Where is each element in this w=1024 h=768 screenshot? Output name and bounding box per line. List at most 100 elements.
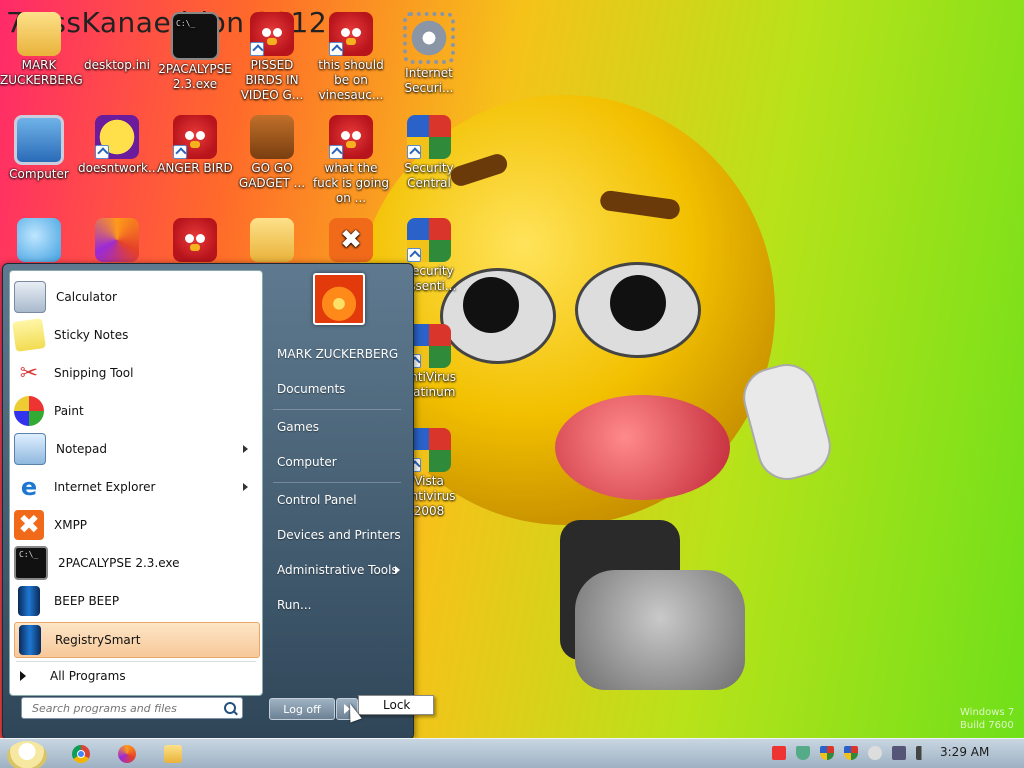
start-menu-programs-pane: Calculator Sticky Notes ✂ Snipping Tool … — [9, 270, 263, 696]
start-link-control-panel[interactable]: Control Panel — [277, 493, 357, 507]
submenu-arrow-icon[interactable] — [243, 483, 248, 491]
desktop-icon-anger-bird[interactable]: ANGER BIRD — [156, 115, 234, 176]
start-item-calculator[interactable]: Calculator — [14, 280, 258, 314]
start-item-paint[interactable]: Paint — [14, 394, 258, 428]
user-picture-flower-icon[interactable] — [313, 273, 365, 325]
taskbar-clock[interactable]: 3:29 AM — [940, 745, 989, 759]
divider — [273, 482, 401, 483]
messenger-icon[interactable] — [868, 746, 882, 760]
desktop-icon-doesntwork[interactable]: doesntwork... — [78, 115, 160, 176]
shield-icon — [407, 218, 451, 262]
start-search-box[interactable] — [21, 697, 243, 719]
start-item-label: Snipping Tool — [54, 366, 134, 380]
start-item-snipping-tool[interactable]: ✂ Snipping Tool — [14, 356, 258, 390]
desktop-icon-what-the[interactable]: what the fuck is going on ... — [312, 115, 390, 206]
console-icon — [171, 12, 219, 60]
calculator-icon — [14, 281, 46, 313]
glove-hand — [736, 357, 838, 487]
start-item-internet-explorer[interactable]: e Internet Explorer — [14, 470, 258, 504]
lock-label: Lock — [383, 698, 411, 712]
windows-shield-icon[interactable] — [844, 746, 858, 760]
start-item-label: XMPP — [54, 518, 88, 532]
volume-icon[interactable] — [916, 746, 930, 760]
console-icon — [14, 546, 48, 580]
desktop-icon-mark-zuckerberg[interactable]: MARK ZUCKERBERG — [0, 12, 83, 88]
network-globe-icon — [17, 218, 61, 262]
start-item-label: Calculator — [56, 290, 117, 304]
start-item-label: RegistrySmart — [55, 633, 141, 647]
desktop-icon-xampp[interactable] — [312, 218, 390, 264]
divider — [273, 409, 401, 410]
start-button[interactable] — [7, 741, 47, 768]
xampp-icon — [14, 510, 44, 540]
internet-explorer-icon: e — [20, 473, 38, 501]
lock-menu-item[interactable]: Lock — [358, 695, 434, 715]
start-item-xmpp[interactable]: XMPP — [14, 508, 258, 542]
desktop-icon-2pacalypse[interactable]: 2PACALYPSE 2.3.exe — [156, 12, 234, 92]
start-item-label: Notepad — [56, 442, 107, 456]
start-item-label: BEEP BEEP — [54, 594, 120, 608]
desktop-icon-angry-birds-seasons[interactable] — [156, 218, 234, 264]
start-link-computer[interactable]: Computer — [277, 455, 337, 469]
angry-bird-icon — [329, 12, 373, 56]
desktop-icon-desktop-ini[interactable]: desktop.ini — [78, 12, 156, 73]
desktop-icon-security-central[interactable]: Security Central — [390, 115, 468, 191]
desktop-icon-label: doesntwork... — [78, 161, 160, 175]
start-item-notepad[interactable]: Notepad — [14, 432, 258, 466]
chrome-icon[interactable] — [72, 745, 90, 763]
right-eye — [575, 262, 701, 358]
start-item-registrysmart[interactable]: RegistrySmart — [14, 622, 260, 658]
divider — [16, 661, 256, 662]
start-item-2pacalypse[interactable]: 2PACALYPSE 2.3.exe — [14, 546, 258, 580]
desktop-icon-folder[interactable] — [233, 218, 311, 264]
windows-explorer-icon[interactable] — [164, 745, 182, 763]
paint-palette-icon — [14, 396, 44, 426]
desktop-icon-computer[interactable]: Computer — [0, 115, 78, 182]
shield-icon — [407, 115, 451, 159]
start-menu: Calculator Sticky Notes ✂ Snipping Tool … — [2, 263, 414, 740]
desktop-icon-label: Security Central — [404, 161, 454, 190]
start-link-run[interactable]: Run... — [277, 598, 311, 612]
angry-bird-icon — [173, 115, 217, 159]
submenu-arrow-icon[interactable] — [395, 566, 400, 574]
network-icon[interactable] — [892, 746, 906, 760]
desktop-icon-go-go-gadget[interactable]: GO GO GADGET ... — [233, 115, 311, 191]
all-programs-button[interactable]: All Programs — [20, 665, 126, 687]
start-link-documents[interactable]: Documents — [277, 382, 345, 396]
windows-shield-icon[interactable] — [820, 746, 834, 760]
phone-icon — [18, 586, 40, 616]
angry-bird-icon — [250, 12, 294, 56]
search-icon[interactable] — [224, 702, 236, 714]
start-item-label: Sticky Notes — [54, 328, 129, 342]
shortcut-arrow-icon — [329, 42, 343, 56]
firefox-icon[interactable] — [118, 745, 136, 763]
action-center-flag-icon[interactable] — [772, 746, 786, 760]
security-shield-icon[interactable] — [796, 746, 810, 760]
start-item-label: Paint — [54, 404, 84, 418]
start-item-sticky-notes[interactable]: Sticky Notes — [12, 318, 258, 352]
search-input[interactable] — [30, 700, 219, 716]
desktop-icon-label: MARK ZUCKERBERG — [0, 58, 83, 87]
submenu-arrow-icon[interactable] — [243, 445, 248, 453]
sticky-notes-icon — [12, 318, 46, 352]
gear-icon — [403, 12, 455, 64]
start-item-beep-beep[interactable]: BEEP BEEP — [14, 584, 258, 618]
start-link-devices-printers[interactable]: Devices and Printers — [277, 528, 401, 542]
desktop-icon-internet-security[interactable]: Internet Securi... — [390, 12, 468, 96]
start-link-games[interactable]: Games — [277, 420, 319, 434]
start-link-user-folder[interactable]: MARK ZUCKERBERG — [277, 347, 398, 361]
start-link-administrative-tools[interactable]: Administrative Tools — [277, 563, 398, 577]
desktop-icon-vinesauce[interactable]: this should be on vinesauc... — [312, 12, 390, 103]
desktop-icon-pissed-birds[interactable]: PISSED BIRDS IN VIDEO G... — [233, 12, 311, 103]
desktop-icon-network[interactable] — [0, 218, 78, 264]
triangle-right-icon — [20, 671, 26, 681]
desktop-icon-label: GO GO GADGET ... — [238, 161, 306, 190]
start-item-label: 2PACALYPSE 2.3.exe — [58, 556, 180, 570]
phone-icon — [19, 625, 41, 655]
desktop-icon-label: what the fuck is going on ... — [312, 161, 390, 205]
logoff-button[interactable]: Log off — [269, 698, 335, 720]
desktop-icon-label: ANGER BIRD — [157, 161, 233, 175]
tongue — [555, 395, 730, 500]
desktop-icon-firefox[interactable] — [78, 218, 156, 264]
firefox-icon — [95, 218, 139, 262]
